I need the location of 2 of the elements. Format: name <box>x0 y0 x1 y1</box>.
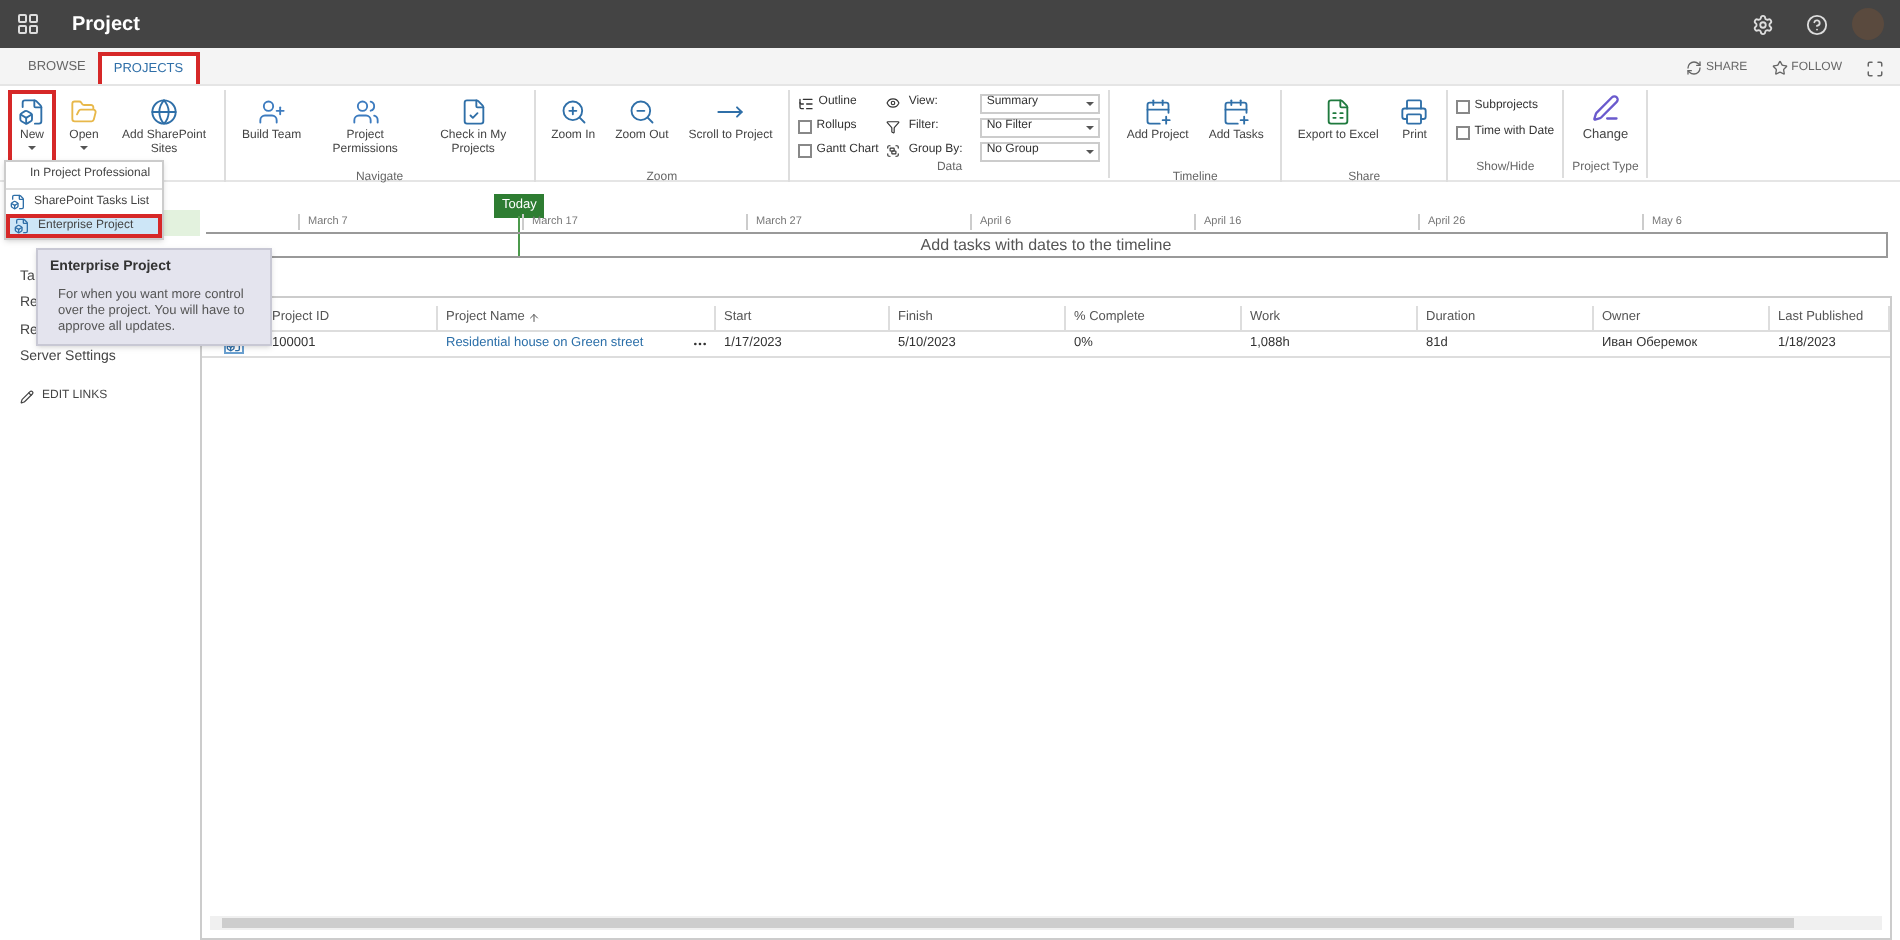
app-title: Project <box>72 11 140 39</box>
timeline-bar: Add tasks with dates to the timeline <box>206 232 1888 258</box>
